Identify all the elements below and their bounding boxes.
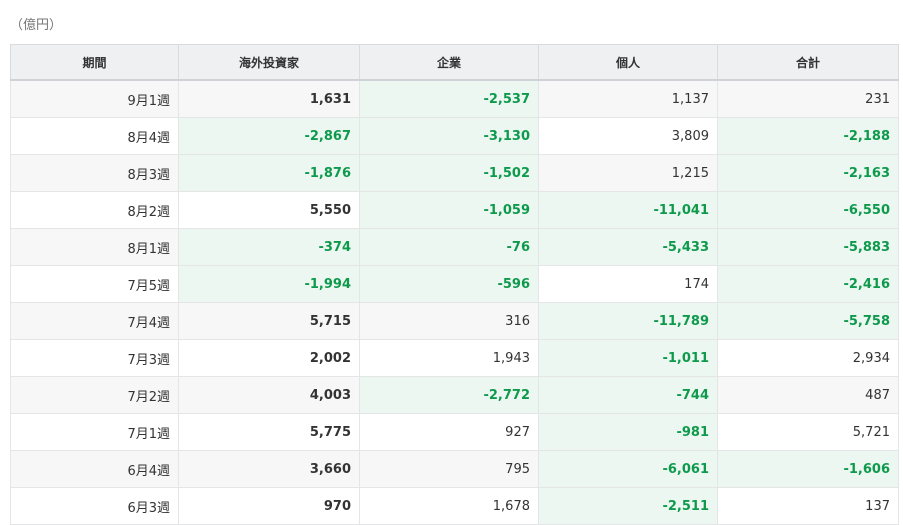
period-cell: 9月1週 [10,79,179,118]
foreign-investors-cell: 5,715 [178,302,360,340]
individuals-cell: -2,511 [538,487,718,525]
period-cell: 6月3週 [10,487,179,525]
corporations-cell: -2,772 [359,376,539,414]
column-header-period[interactable]: 期間 [10,44,179,81]
total-cell: 137 [717,487,899,525]
corporations-cell: 927 [359,413,539,451]
column-header-total[interactable]: 合計 [717,44,899,81]
column-header-corporations[interactable]: 企業 [359,44,539,81]
table-row: 6月3週 970 1,678 -2,511 137 [10,487,899,525]
foreign-investors-cell: 4,003 [178,376,360,414]
table-row: 6月4週 3,660 795 -6,061 -1,606 [10,450,899,488]
total-cell: -5,758 [717,302,899,340]
foreign-investors-cell: -1,876 [178,154,360,192]
individuals-cell: 3,809 [538,117,718,155]
table-row: 8月4週 -2,867 -3,130 3,809 -2,188 [10,117,899,155]
period-cell: 6月4週 [10,450,179,488]
foreign-investors-cell: 1,631 [178,79,360,118]
corporations-cell: -596 [359,265,539,303]
foreign-investors-cell: 5,775 [178,413,360,451]
total-cell: -2,163 [717,154,899,192]
table-header-row: 期間 海外投資家 企業 個人 合計 [10,44,899,81]
unit-label: （億円） [10,18,63,33]
foreign-investors-cell: -1,994 [178,265,360,303]
table-row: 8月2週 5,550 -1,059 -11,041 -6,550 [10,191,899,229]
total-cell: 5,721 [717,413,899,451]
individuals-cell: -5,433 [538,228,718,266]
table-row: 7月2週 4,003 -2,772 -744 487 [10,376,899,414]
corporations-cell: -1,059 [359,191,539,229]
table-row: 8月3週 -1,876 -1,502 1,215 -2,163 [10,154,899,192]
table-body: 9月1週 1,631 -2,537 1,137 231 8月4週 -2,867 -3,130 3… [10,79,899,525]
foreign-investors-cell: 970 [178,487,360,525]
period-cell: 7月1週 [10,413,179,451]
table-row: 9月1週 1,631 -2,537 1,137 231 [10,79,899,118]
column-header-foreign-investors[interactable]: 海外投資家 [178,44,360,81]
corporations-cell: -1,502 [359,154,539,192]
investor-flow-table: 期間 海外投資家 企業 個人 合計 9月1週 1,631 -2,537 1,137 23… [10,44,899,525]
table-row: 8月1週 -374 -76 -5,433 -5,883 [10,228,899,266]
corporations-cell: -76 [359,228,539,266]
individuals-cell: -744 [538,376,718,414]
period-cell: 8月1週 [10,228,179,266]
individuals-cell: -981 [538,413,718,451]
total-cell: -2,416 [717,265,899,303]
corporations-cell: 1,678 [359,487,539,525]
column-header-individuals[interactable]: 個人 [538,44,718,81]
period-cell: 7月3週 [10,339,179,377]
table-row: 7月4週 5,715 316 -11,789 -5,758 [10,302,899,340]
total-cell: 487 [717,376,899,414]
table-row: 7月5週 -1,994 -596 174 -2,416 [10,265,899,303]
table-row: 7月3週 2,002 1,943 -1,011 2,934 [10,339,899,377]
individuals-cell: -11,789 [538,302,718,340]
foreign-investors-cell: 5,550 [178,191,360,229]
corporations-cell: 795 [359,450,539,488]
corporations-cell: 316 [359,302,539,340]
foreign-investors-cell: 2,002 [178,339,360,377]
individuals-cell: 1,137 [538,79,718,118]
total-cell: -6,550 [717,191,899,229]
period-cell: 7月5週 [10,265,179,303]
individuals-cell: 1,215 [538,154,718,192]
total-cell: -5,883 [717,228,899,266]
individuals-cell: 174 [538,265,718,303]
individuals-cell: -1,011 [538,339,718,377]
foreign-investors-cell: -2,867 [178,117,360,155]
period-cell: 8月2週 [10,191,179,229]
period-cell: 7月4週 [10,302,179,340]
total-cell: -1,606 [717,450,899,488]
corporations-cell: 1,943 [359,339,539,377]
period-cell: 8月3週 [10,154,179,192]
corporations-cell: -2,537 [359,79,539,118]
period-cell: 7月2週 [10,376,179,414]
total-cell: 2,934 [717,339,899,377]
foreign-investors-cell: 3,660 [178,450,360,488]
total-cell: -2,188 [717,117,899,155]
total-cell: 231 [717,79,899,118]
individuals-cell: -6,061 [538,450,718,488]
corporations-cell: -3,130 [359,117,539,155]
individuals-cell: -11,041 [538,191,718,229]
period-cell: 8月4週 [10,117,179,155]
foreign-investors-cell: -374 [178,228,360,266]
table-row: 7月1週 5,775 927 -981 5,721 [10,413,899,451]
